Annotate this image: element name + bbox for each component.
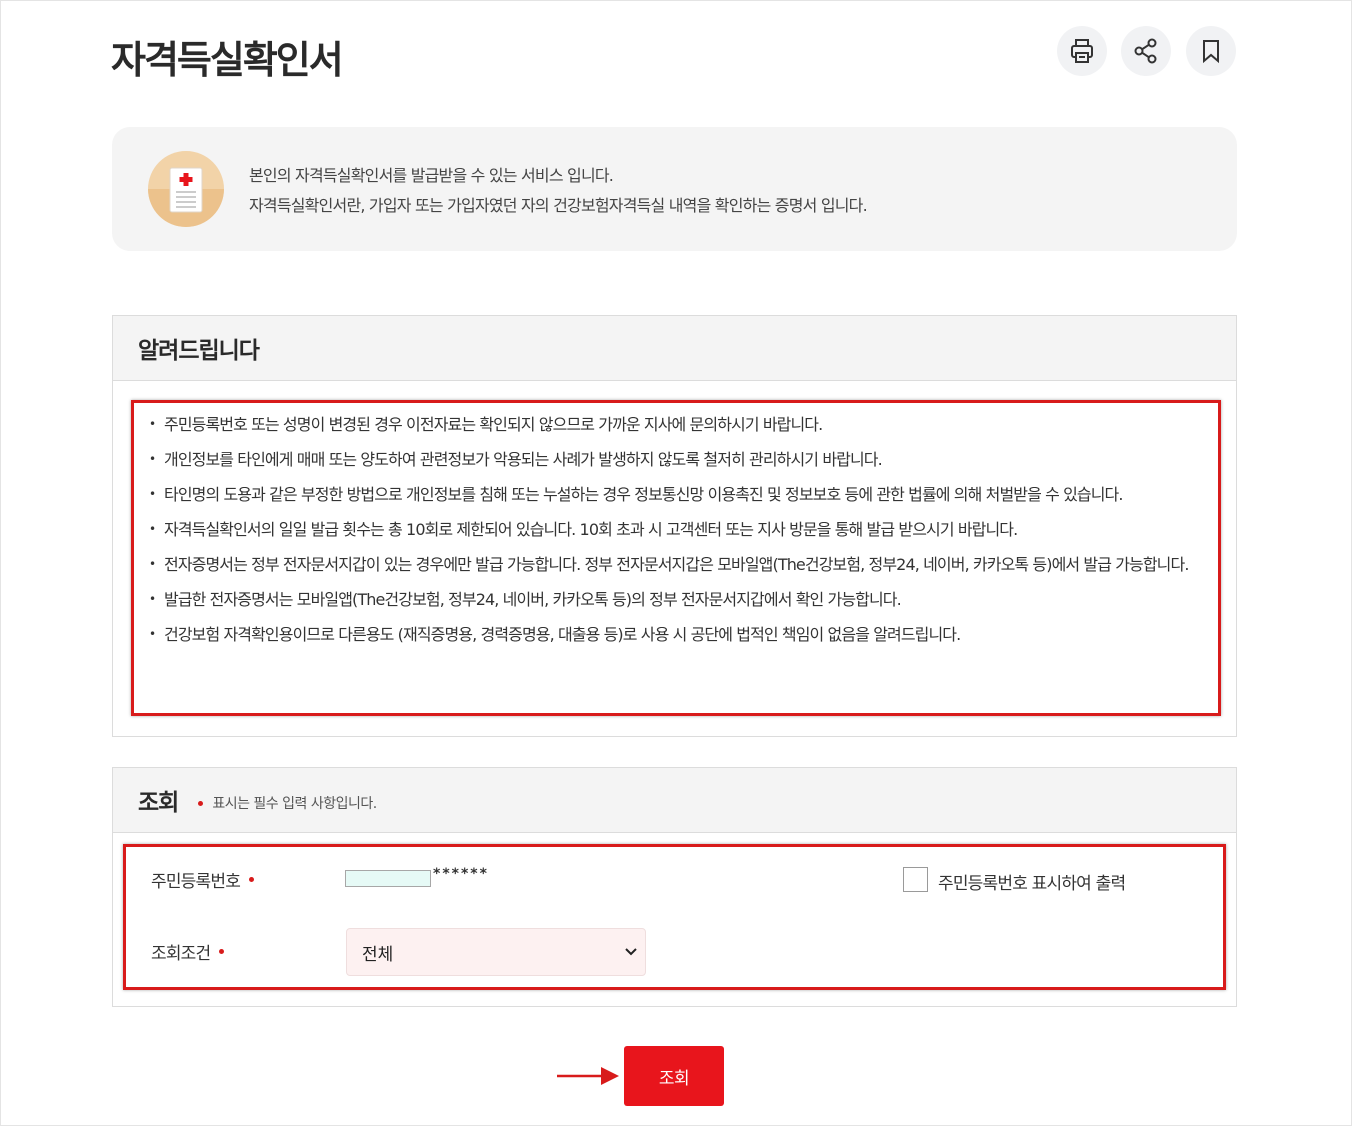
- show-rrn-checkbox[interactable]: [903, 867, 928, 892]
- rrn-input[interactable]: [345, 870, 431, 887]
- notice-section: 알려드립니다 주민등록번호 또는 성명이 변경된 경우 이전자료는 확인되지 않…: [112, 315, 1237, 737]
- notice-heading: 알려드립니다: [138, 338, 260, 364]
- notice-item: 개인정보를 타인에게 매매 또는 양도하여 관련정보가 악용되는 사례가 발생하…: [149, 446, 1189, 473]
- required-note: 표시는 필수 입력 사항입니다.: [198, 793, 377, 813]
- condition-label-text: 조회조건: [151, 944, 211, 964]
- notice-item: 건강보험 자격확인용이므로 다른용도 (재직증명용, 경력증명용, 대출용 등)…: [149, 621, 1189, 648]
- service-intro: 본인의 자격득실확인서를 발급받을 수 있는 서비스 입니다. 자격득실확인서란…: [112, 127, 1237, 251]
- notice-list: 주민등록번호 또는 성명이 변경된 경우 이전자료는 확인되지 않으므로 가까운…: [149, 411, 1189, 656]
- required-note-text: 표시는 필수 입력 사항입니다.: [212, 796, 377, 812]
- share-icon: [1134, 38, 1157, 64]
- bookmark-button[interactable]: [1186, 26, 1236, 76]
- notice-item: 주민등록번호 또는 성명이 변경된 경우 이전자료는 확인되지 않으므로 가까운…: [149, 411, 1189, 438]
- query-highlight-box: [123, 844, 1226, 990]
- certificate-document-icon: [148, 151, 224, 227]
- arrow-right-icon: [557, 1067, 619, 1085]
- required-dot: [249, 877, 255, 882]
- share-button[interactable]: [1121, 26, 1171, 76]
- chevron-down-icon: [625, 948, 637, 956]
- required-dot: [198, 800, 204, 806]
- rrn-mask: ******: [433, 866, 489, 882]
- required-dot: [219, 949, 225, 954]
- intro-line-2: 자격득실확인서란, 가입자 또는 가입자였던 자의 건강보험자격득실 내역을 확…: [249, 196, 868, 215]
- print-button[interactable]: [1057, 26, 1107, 76]
- notice-item: 발급한 전자증명서는 모바일앱(The건강보험, 정부24, 네이버, 카카오톡…: [149, 586, 1189, 613]
- notice-item: 타인명의 도용과 같은 부정한 방법으로 개인정보를 침해 또는 누설하는 경우…: [149, 481, 1189, 508]
- bookmark-icon: [1203, 40, 1219, 64]
- rrn-label: 주민등록번호: [151, 867, 255, 892]
- condition-selected-value: 전체: [362, 944, 394, 965]
- condition-label: 조회조건: [151, 939, 225, 964]
- notice-item: 전자증명서는 정부 전자문서지갑이 있는 경우에만 발급 가능합니다. 정부 전…: [149, 551, 1189, 578]
- notice-header: 알려드립니다: [113, 316, 1236, 381]
- page-title: 자격득실확인서: [111, 38, 344, 82]
- rrn-label-text: 주민등록번호: [151, 872, 241, 892]
- query-header: 조회 표시는 필수 입력 사항입니다.: [113, 768, 1236, 833]
- condition-select[interactable]: 전체: [346, 928, 646, 976]
- print-icon: [1071, 39, 1093, 63]
- notice-item: 자격득실확인서의 일일 발급 횟수는 총 10회로 제한되어 있습니다. 10회…: [149, 516, 1189, 543]
- submit-button[interactable]: 조회: [624, 1046, 724, 1106]
- page: 자격득실확인서 본인의 자격득실확인서를 발급받을 수 있는 서비스 입니다. …: [0, 0, 1352, 1126]
- intro-line-1: 본인의 자격득실확인서를 발급받을 수 있는 서비스 입니다.: [249, 166, 614, 185]
- query-section: 조회 표시는 필수 입력 사항입니다. 주민등록번호 ****** 주민등록번호…: [112, 767, 1237, 1007]
- query-heading: 조회: [138, 790, 179, 816]
- show-rrn-label[interactable]: 주민등록번호 표시하여 출력: [938, 869, 1126, 894]
